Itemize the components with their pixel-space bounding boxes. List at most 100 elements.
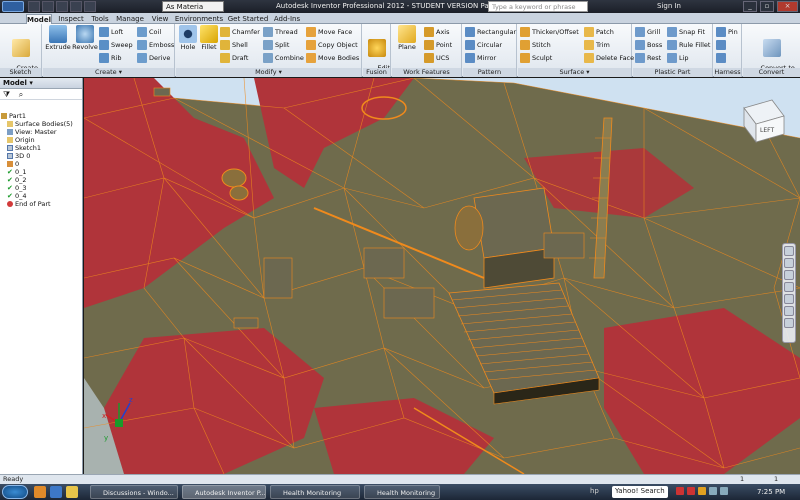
panel-label-modify[interactable]: Modify ▾ [176,68,361,77]
sculpt-button[interactable]: Sculpt [520,52,552,65]
tab-manage[interactable]: Manage [114,14,146,24]
rest-button[interactable]: Rest [635,52,661,65]
ucs-button[interactable]: UCS [424,52,449,65]
tree-node-view-master[interactable]: View: Master [1,128,73,136]
tree-node-sketch1[interactable]: Sketch1 [1,144,73,152]
fillet-button[interactable]: Fillet [198,25,220,51]
chamfer-button[interactable]: Chamfer [220,26,260,39]
pan-icon[interactable] [784,258,794,268]
tab-view[interactable]: View [148,14,172,24]
tab-add-ins[interactable]: Add-Ins [272,14,302,24]
taskbar-item-health-monitoring-2[interactable]: Health Monitoring [364,485,440,499]
taskbar-item-health-monitoring-1[interactable]: Health Monitoring [270,485,360,499]
harness-tool-button[interactable] [716,39,728,52]
filter-icon[interactable]: ⧩ [3,90,10,99]
revolve-button[interactable]: Revolve [71,25,99,51]
ie-icon[interactable] [50,486,62,498]
tree-node-end-of-part[interactable]: End of Part [1,200,73,208]
close-button[interactable]: × [777,1,798,12]
find-icon[interactable]: ⌕ [19,90,23,99]
trim-button[interactable]: Trim [584,39,610,52]
save-icon[interactable] [56,1,68,12]
copy-object-button[interactable]: Copy Object [306,39,358,52]
tray-icon[interactable] [698,487,706,495]
tree-node-0-3[interactable]: ✔ 0_3 [1,184,73,192]
volume-icon[interactable] [720,487,728,495]
tray-icon[interactable] [687,487,695,495]
thicken-offset-button[interactable]: Thicken/Offset [520,26,579,39]
firefox-icon[interactable] [34,486,46,498]
taskbar-item-discussions[interactable]: Discussions - Windo... [90,485,178,499]
yahoo-search-input[interactable]: Yahoo! Search [612,486,668,498]
explorer-icon[interactable] [66,486,78,498]
grill-button[interactable]: Grill [635,26,660,39]
rectangular-pattern-button[interactable]: Rectangular [465,26,516,39]
tab-model[interactable]: Model [26,14,52,24]
look-at-icon[interactable] [784,294,794,304]
hole-button[interactable]: Hole [177,25,199,51]
orbit-icon[interactable] [784,282,794,292]
tab-get-started[interactable]: Get Started [226,14,270,24]
clock[interactable]: 7:25 PM [757,484,785,500]
open-file-icon[interactable] [42,1,54,12]
axis-button[interactable]: Axis [424,26,450,39]
combine-button[interactable]: Combine [263,52,304,65]
boss-button[interactable]: Boss [635,39,662,52]
tree-node-3d-sketch[interactable]: 3D 0 [1,152,73,160]
point-button[interactable]: Point [424,39,452,52]
coil-button[interactable]: Coil [137,26,161,39]
sweep-button[interactable]: Sweep [99,39,133,52]
tray-icon[interactable] [676,487,684,495]
browser-header[interactable]: Model ▾ [0,78,82,89]
steering-wheel-icon[interactable] [784,246,794,256]
new-file-icon[interactable] [28,1,40,12]
rule-fillet-button[interactable]: Rule Fillet [667,39,710,52]
split-button[interactable]: Split [263,39,289,52]
panel-label-surface[interactable]: Surface ▾ [518,68,631,77]
derive-button[interactable]: Derive [137,52,170,65]
zoom-icon[interactable] [784,270,794,280]
pin-button[interactable]: Pin [716,26,738,39]
tree-node-0-4[interactable]: ✔ 0_4 [1,192,73,200]
minimize-button[interactable]: _ [743,1,757,12]
mirror-button[interactable]: Mirror [465,52,496,65]
panel-label-create[interactable]: Create ▾ [43,68,174,77]
tab-environments[interactable]: Environments [174,14,224,24]
delete-face-button[interactable]: Delete Face [584,52,634,65]
nav-customize-icon[interactable] [784,318,794,328]
plane-button[interactable]: Plane [394,25,420,51]
rib-button[interactable]: Rib [99,52,121,65]
sign-in-link[interactable]: Sign In [657,0,681,13]
network-icon[interactable] [709,487,717,495]
shell-button[interactable]: Shell [220,39,248,52]
tree-node-origin[interactable]: Origin [1,136,73,144]
patch-button[interactable]: Patch [584,26,614,39]
start-button[interactable] [2,485,28,499]
help-search-input[interactable]: Type a keyword or phrase [488,1,588,12]
fit-all-icon[interactable] [784,306,794,316]
application-menu-button[interactable] [2,1,24,12]
tree-node-0-2[interactable]: ✔ 0_2 [1,176,73,184]
move-face-button[interactable]: Move Face [306,26,352,39]
taskbar-item-inventor[interactable]: Autodesk Inventor P... [182,485,266,499]
tree-node-surface-bodies[interactable]: Surface Bodies(5) [1,120,73,128]
stitch-button[interactable]: Stitch [520,39,551,52]
tree-node-0[interactable]: 0 [1,160,73,168]
redo-icon[interactable] [84,1,96,12]
loft-button[interactable]: Loft [99,26,123,39]
lip-button[interactable]: Lip [667,52,689,65]
graphics-viewport[interactable]: x z y LEFT [84,78,800,474]
harness-tool-button-2[interactable] [716,52,728,65]
restore-button[interactable]: ▫ [760,1,774,12]
tab-inspect[interactable]: Inspect [56,14,86,24]
material-select[interactable]: As Materia [162,1,224,12]
snap-fit-button[interactable]: Snap Fit [667,26,705,39]
circular-pattern-button[interactable]: Circular [465,39,502,52]
tab-tools[interactable]: Tools [88,14,112,24]
undo-icon[interactable] [70,1,82,12]
emboss-button[interactable]: Emboss [137,39,174,52]
tree-node-part1[interactable]: Part1 [1,112,73,120]
move-bodies-button[interactable]: Move Bodies [306,52,359,65]
tree-node-0-1[interactable]: ✔ 0_1 [1,168,73,176]
thread-button[interactable]: Thread [263,26,298,39]
